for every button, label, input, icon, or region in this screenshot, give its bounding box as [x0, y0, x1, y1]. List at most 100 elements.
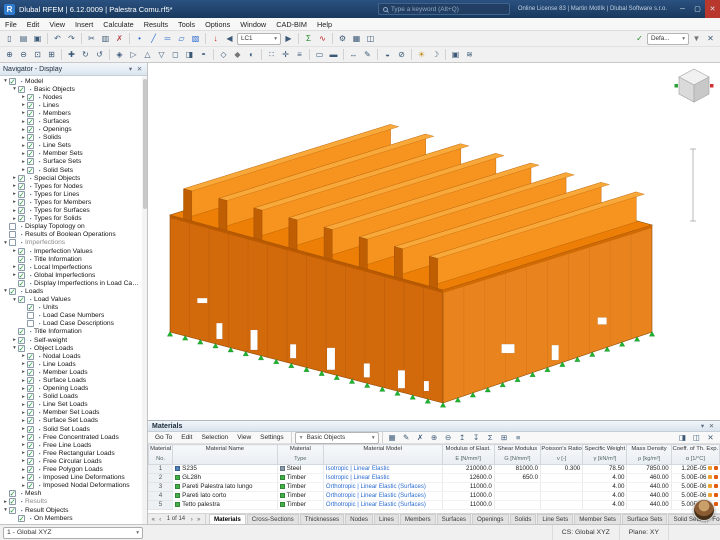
navigation-cube[interactable] [674, 66, 714, 106]
close-icon[interactable]: ✕ [707, 422, 716, 430]
cell-thermal-exp[interactable]: 1.20E-05 [670, 464, 720, 474]
expander-icon[interactable]: ▸ [11, 191, 18, 197]
table-tab-openings[interactable]: Openings [472, 514, 509, 524]
close-table-icon[interactable]: ✕ [704, 431, 717, 444]
expander-icon[interactable]: ▸ [20, 167, 27, 173]
tree-item-solid-set-loads[interactable]: ▸ ▪Solid Set Loads [1, 425, 141, 434]
render-icon[interactable]: ≋ [463, 48, 476, 61]
visibility-checkbox[interactable] [27, 400, 34, 409]
user-avatar[interactable] [693, 499, 715, 521]
coordinate-system-combo[interactable]: 1 - Global XYZ ▾ [3, 526, 143, 539]
table-tab-surface-sets[interactable]: Surface Sets [622, 514, 668, 524]
zoom-window-icon[interactable]: ⊞ [45, 48, 58, 61]
visibility-checkbox[interactable] [27, 320, 34, 328]
tree-item-types-for-solids[interactable]: ▸ ▪Types for Solids [1, 214, 141, 223]
expander-icon[interactable]: ▸ [20, 483, 27, 489]
visibility-checkbox[interactable] [18, 206, 25, 215]
panel-close-icon[interactable]: ✕ [704, 32, 717, 45]
tree-item-free-rectangular-loads[interactable]: ▸ ▪Free Rectangular Loads [1, 449, 141, 458]
select-window-icon[interactable]: ▭ [313, 48, 326, 61]
tree-item-line-sets[interactable]: ▸ ▪Line Sets [1, 141, 141, 150]
expander-icon[interactable]: ▸ [20, 426, 27, 432]
column-header-specific-weight-kn-m[interactable]: Specific Weight γ [kN/m³] [582, 444, 628, 465]
visibility-checkbox[interactable] [18, 295, 25, 304]
visibility-checkbox[interactable] [18, 85, 25, 94]
cell-specific-weight[interactable]: 78.50 [582, 464, 627, 474]
expander-icon[interactable]: ▸ [11, 264, 18, 270]
visibility-checkbox[interactable] [27, 465, 34, 474]
cell-modulus-e[interactable]: 12600.0 [441, 473, 495, 483]
table-tab-surfaces[interactable]: Surfaces [436, 514, 472, 524]
cell-mass-density[interactable]: 7850.00 [626, 464, 672, 474]
tree-item-results-of-boolean-operations[interactable]: ▪ Results of Boolean Operations [1, 231, 141, 239]
visibility-check-icon[interactable]: ✓ [633, 32, 646, 45]
visibility-checkbox[interactable] [27, 109, 34, 118]
tree-item-openings[interactable]: ▸ ▪Openings [1, 125, 141, 134]
expander-icon[interactable]: ▸ [20, 475, 27, 481]
visibility-checkbox[interactable] [18, 214, 25, 223]
cell-thermal-exp[interactable]: 5.00E-06 [670, 491, 720, 501]
solid-icon[interactable]: ▧ [189, 32, 202, 45]
tree-item-results[interactable]: ▸ ▪Results [1, 497, 141, 506]
cell-mass-density[interactable]: 440.00 [626, 500, 672, 510]
table-tab-lines[interactable]: Lines [374, 514, 399, 524]
cell-modulus-e[interactable]: 210000.0 [441, 464, 495, 474]
column-header-modulus-of-elast-e-n-mm[interactable]: Modulus of Elast. E [N/mm²] [441, 444, 495, 465]
visibility-checkbox[interactable] [18, 327, 25, 336]
cell-poisson[interactable]: 0.300 [540, 464, 583, 474]
tree-item-member-loads[interactable]: ▸ ▪Member Loads [1, 368, 141, 377]
cell-material-type[interactable]: Steel [276, 464, 324, 474]
save-file-icon[interactable]: ▣ [31, 32, 44, 45]
cell-shear-g[interactable]: 81000.0 [493, 464, 541, 474]
cell-poisson[interactable] [540, 500, 583, 510]
open-file-icon[interactable]: ▤ [17, 32, 30, 45]
view-y-icon[interactable]: △ [141, 48, 154, 61]
shadow-icon[interactable]: ☽ [429, 48, 442, 61]
view-filter-icon[interactable]: ▼ [690, 32, 703, 45]
sum-icon[interactable]: Σ [484, 431, 497, 444]
copy-icon[interactable]: ▥ [99, 32, 112, 45]
cell-material-model[interactable]: Isotropic | Linear Elastic [322, 464, 443, 474]
visibility-checkbox[interactable] [9, 287, 16, 296]
cell-material-name[interactable]: Pareti lato corto [172, 491, 278, 501]
tree-item-object-loads[interactable]: ▾ ▪Object Loads [1, 344, 141, 353]
visibility-checkbox[interactable] [27, 303, 34, 312]
model-3d-view[interactable] [148, 63, 720, 420]
expander-icon[interactable]: ▸ [20, 410, 27, 416]
table-tab-member-sets[interactable]: Member Sets [574, 514, 621, 524]
warning-icon[interactable] [708, 466, 712, 470]
table-tab-members[interactable]: Members [399, 514, 436, 524]
cell-material-type[interactable]: Timber [276, 473, 324, 483]
view-z-icon[interactable]: ▽ [155, 48, 168, 61]
tree-item-free-polygon-loads[interactable]: ▸ ▪Free Polygon Loads [1, 465, 141, 474]
cell-material-name[interactable]: S235 [172, 464, 278, 474]
undo-icon[interactable]: ↶ [51, 32, 64, 45]
cell-shear-g[interactable] [493, 491, 541, 501]
cell-poisson[interactable] [540, 491, 583, 501]
warning-icon[interactable] [713, 493, 718, 497]
close-button[interactable]: ✕ [705, 0, 720, 18]
visibility-checkbox[interactable] [27, 360, 34, 369]
view-front-icon[interactable]: ◻ [169, 48, 182, 61]
surface-icon[interactable]: ▱ [175, 32, 188, 45]
expander-icon[interactable]: ▸ [20, 450, 27, 456]
visibility-checkbox[interactable] [9, 497, 16, 506]
visibility-checkbox[interactable] [27, 473, 34, 482]
expander-icon[interactable]: ▸ [20, 467, 27, 473]
solid-render-icon[interactable]: ◆ [231, 48, 244, 61]
table-grid-icon[interactable]: ▦ [386, 431, 399, 444]
expander-icon[interactable]: ▸ [20, 402, 27, 408]
tree-item-imposed-nodal-deformations[interactable]: ▸ ▪Imposed Nodal Deformations [1, 481, 141, 490]
expander-icon[interactable]: ▸ [11, 175, 18, 181]
cell-material-model[interactable]: Orthotropic | Linear Elastic (Surfaces) [322, 491, 443, 501]
visibility-checkbox[interactable] [27, 433, 34, 442]
cut-icon[interactable]: ✂ [85, 32, 98, 45]
expander-icon[interactable]: ▾ [2, 240, 9, 246]
list-icon[interactable]: ≡ [512, 431, 525, 444]
cell-material-model[interactable]: Orthotropic | Linear Elastic (Surfaces) [322, 500, 443, 510]
expander-icon[interactable]: ▾ [11, 345, 18, 351]
section-icon[interactable]: ⊘ [395, 48, 408, 61]
tree-item-line-set-loads[interactable]: ▸ ▪Line Set Loads [1, 400, 141, 409]
expander-icon[interactable]: ▸ [20, 127, 27, 133]
minimize-button[interactable]: ─ [675, 0, 690, 18]
